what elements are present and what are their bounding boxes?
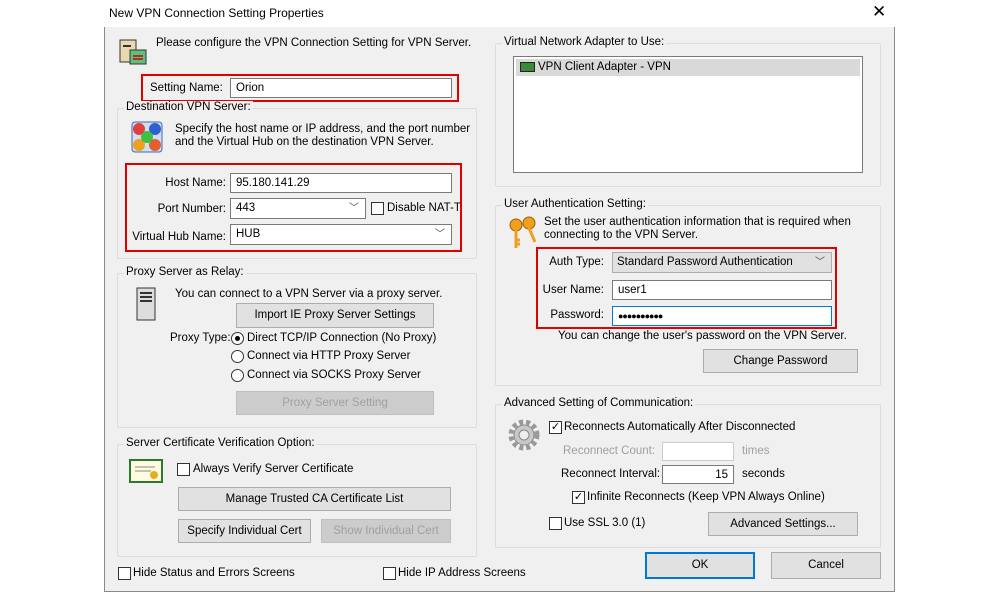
chevron-down-icon: ﹀ (815, 257, 825, 268)
proxy-group-label: Proxy Server as Relay: (124, 266, 246, 278)
virtual-hub-value: HUB (236, 228, 261, 240)
auth-group-label: User Authentication Setting: (502, 198, 648, 210)
network-hub-icon (131, 121, 163, 153)
radio-http[interactable] (231, 350, 244, 363)
change-password-note: You can change the user's password on th… (558, 330, 847, 342)
reconnect-interval-input[interactable]: 15 (662, 465, 734, 484)
infinite-reconnects-checkbox[interactable]: ✓ (572, 491, 585, 504)
radio-http-label: Connect via HTTP Proxy Server (247, 350, 411, 362)
radio-socks-label: Connect via SOCKS Proxy Server (247, 369, 421, 381)
proxy-server-setting-button[interactable]: Proxy Server Setting (236, 391, 434, 415)
chevron-down-icon: ﹀ (349, 203, 359, 214)
reconnect-count-input[interactable] (662, 442, 734, 461)
vpn-connection-icon (117, 36, 149, 68)
reconnect-interval-unit: seconds (742, 468, 785, 480)
adapter-item-label: VPN Client Adapter - VPN (538, 61, 671, 73)
reconnect-auto-checkbox[interactable]: ✓ (549, 421, 562, 434)
virtual-hub-label: Virtual Hub Name: (132, 231, 226, 243)
hide-ip-label: Hide IP Address Screens (398, 567, 526, 579)
cancel-button[interactable]: Cancel (771, 552, 881, 579)
virtual-hub-select[interactable]: HUB ﹀ (230, 224, 452, 245)
radio-direct[interactable] (231, 332, 244, 345)
advanced-settings-button[interactable]: Advanced Settings... (708, 512, 858, 536)
window-title: New VPN Connection Setting Properties (109, 6, 324, 20)
disable-natt-checkbox[interactable] (371, 202, 384, 215)
network-adapter-icon (520, 62, 535, 72)
specify-cert-button[interactable]: Specify Individual Cert (178, 519, 311, 543)
password-input[interactable]: ●●●●●●●●●● (612, 306, 832, 326)
show-cert-button[interactable]: Show Individual Cert (321, 519, 451, 543)
advanced-group-label: Advanced Setting of Communication: (502, 397, 696, 409)
change-password-button[interactable]: Change Password (703, 349, 858, 373)
use-ssl3-checkbox[interactable] (549, 517, 562, 530)
setting-name-input[interactable]: Orion (230, 78, 452, 98)
adapter-list-item[interactable]: VPN Client Adapter - VPN (516, 59, 860, 76)
adapter-listbox[interactable]: VPN Client Adapter - VPN (513, 56, 863, 173)
auth-type-select[interactable]: Standard Password Authentication ﹀ (612, 252, 832, 273)
disable-natt-label: Disable NAT-T (387, 202, 461, 214)
destination-group-label: Destination VPN Server: (124, 101, 253, 113)
proxy-type-label: Proxy Type: (170, 332, 231, 344)
cert-group-label: Server Certificate Verification Option: (124, 437, 317, 449)
auth-type-label: Auth Type: (549, 256, 604, 268)
setting-name-label: Setting Name: (150, 82, 223, 94)
intro-text: Please configure the VPN Connection Sett… (156, 37, 472, 49)
auth-desc-2: connecting to the VPN Server. (544, 229, 699, 241)
destination-desc-1: Specify the host name or IP address, and… (175, 123, 471, 135)
proxy-desc: You can connect to a VPN Server via a pr… (175, 288, 443, 300)
auth-desc-1: Set the user authentication information … (544, 216, 851, 228)
reconnect-count-unit: times (742, 445, 770, 457)
keys-icon (507, 216, 539, 250)
port-number-value: 443 (236, 202, 256, 214)
ok-button[interactable]: OK (645, 552, 755, 579)
import-ie-proxy-button[interactable]: Import IE Proxy Server Settings (236, 303, 434, 328)
hide-status-checkbox[interactable] (118, 567, 131, 580)
infinite-reconnects-label: Infinite Reconnects (Keep VPN Always Onl… (587, 491, 825, 503)
host-name-label: Host Name: (165, 177, 226, 189)
chevron-down-icon: ﹀ (435, 229, 445, 240)
close-icon[interactable]: ✕ (872, 2, 886, 22)
certificate-icon (129, 459, 163, 483)
destination-desc-2: and the Virtual Hub on the destination V… (175, 136, 434, 148)
manage-ca-button[interactable]: Manage Trusted CA Certificate List (178, 487, 451, 511)
proxy-server-icon (133, 286, 159, 322)
radio-direct-label: Direct TCP/IP Connection (No Proxy) (247, 332, 437, 344)
port-number-select[interactable]: 443 ﹀ (230, 198, 366, 219)
user-name-label: User Name: (542, 284, 604, 296)
host-name-input[interactable]: 95.180.141.29 (230, 173, 452, 193)
user-name-input[interactable]: user1 (612, 280, 832, 300)
use-ssl3-label: Use SSL 3.0 (1) (564, 517, 646, 529)
password-label: Password: (550, 309, 604, 321)
always-verify-label: Always Verify Server Certificate (193, 463, 354, 475)
radio-socks[interactable] (231, 369, 244, 382)
auth-type-value: Standard Password Authentication (617, 256, 793, 268)
always-verify-checkbox[interactable] (177, 463, 190, 476)
reconnect-interval-label: Reconnect Interval: (561, 468, 661, 480)
reconnect-count-label: Reconnect Count: (563, 445, 656, 457)
adapter-group-label: Virtual Network Adapter to Use: (502, 36, 667, 48)
port-number-label: Port Number: (157, 203, 226, 215)
reconnect-auto-label: Reconnects Automatically After Disconnec… (564, 421, 796, 433)
hide-ip-checkbox[interactable] (383, 567, 396, 580)
gear-icon (507, 418, 541, 452)
hide-status-label: Hide Status and Errors Screens (133, 567, 295, 579)
